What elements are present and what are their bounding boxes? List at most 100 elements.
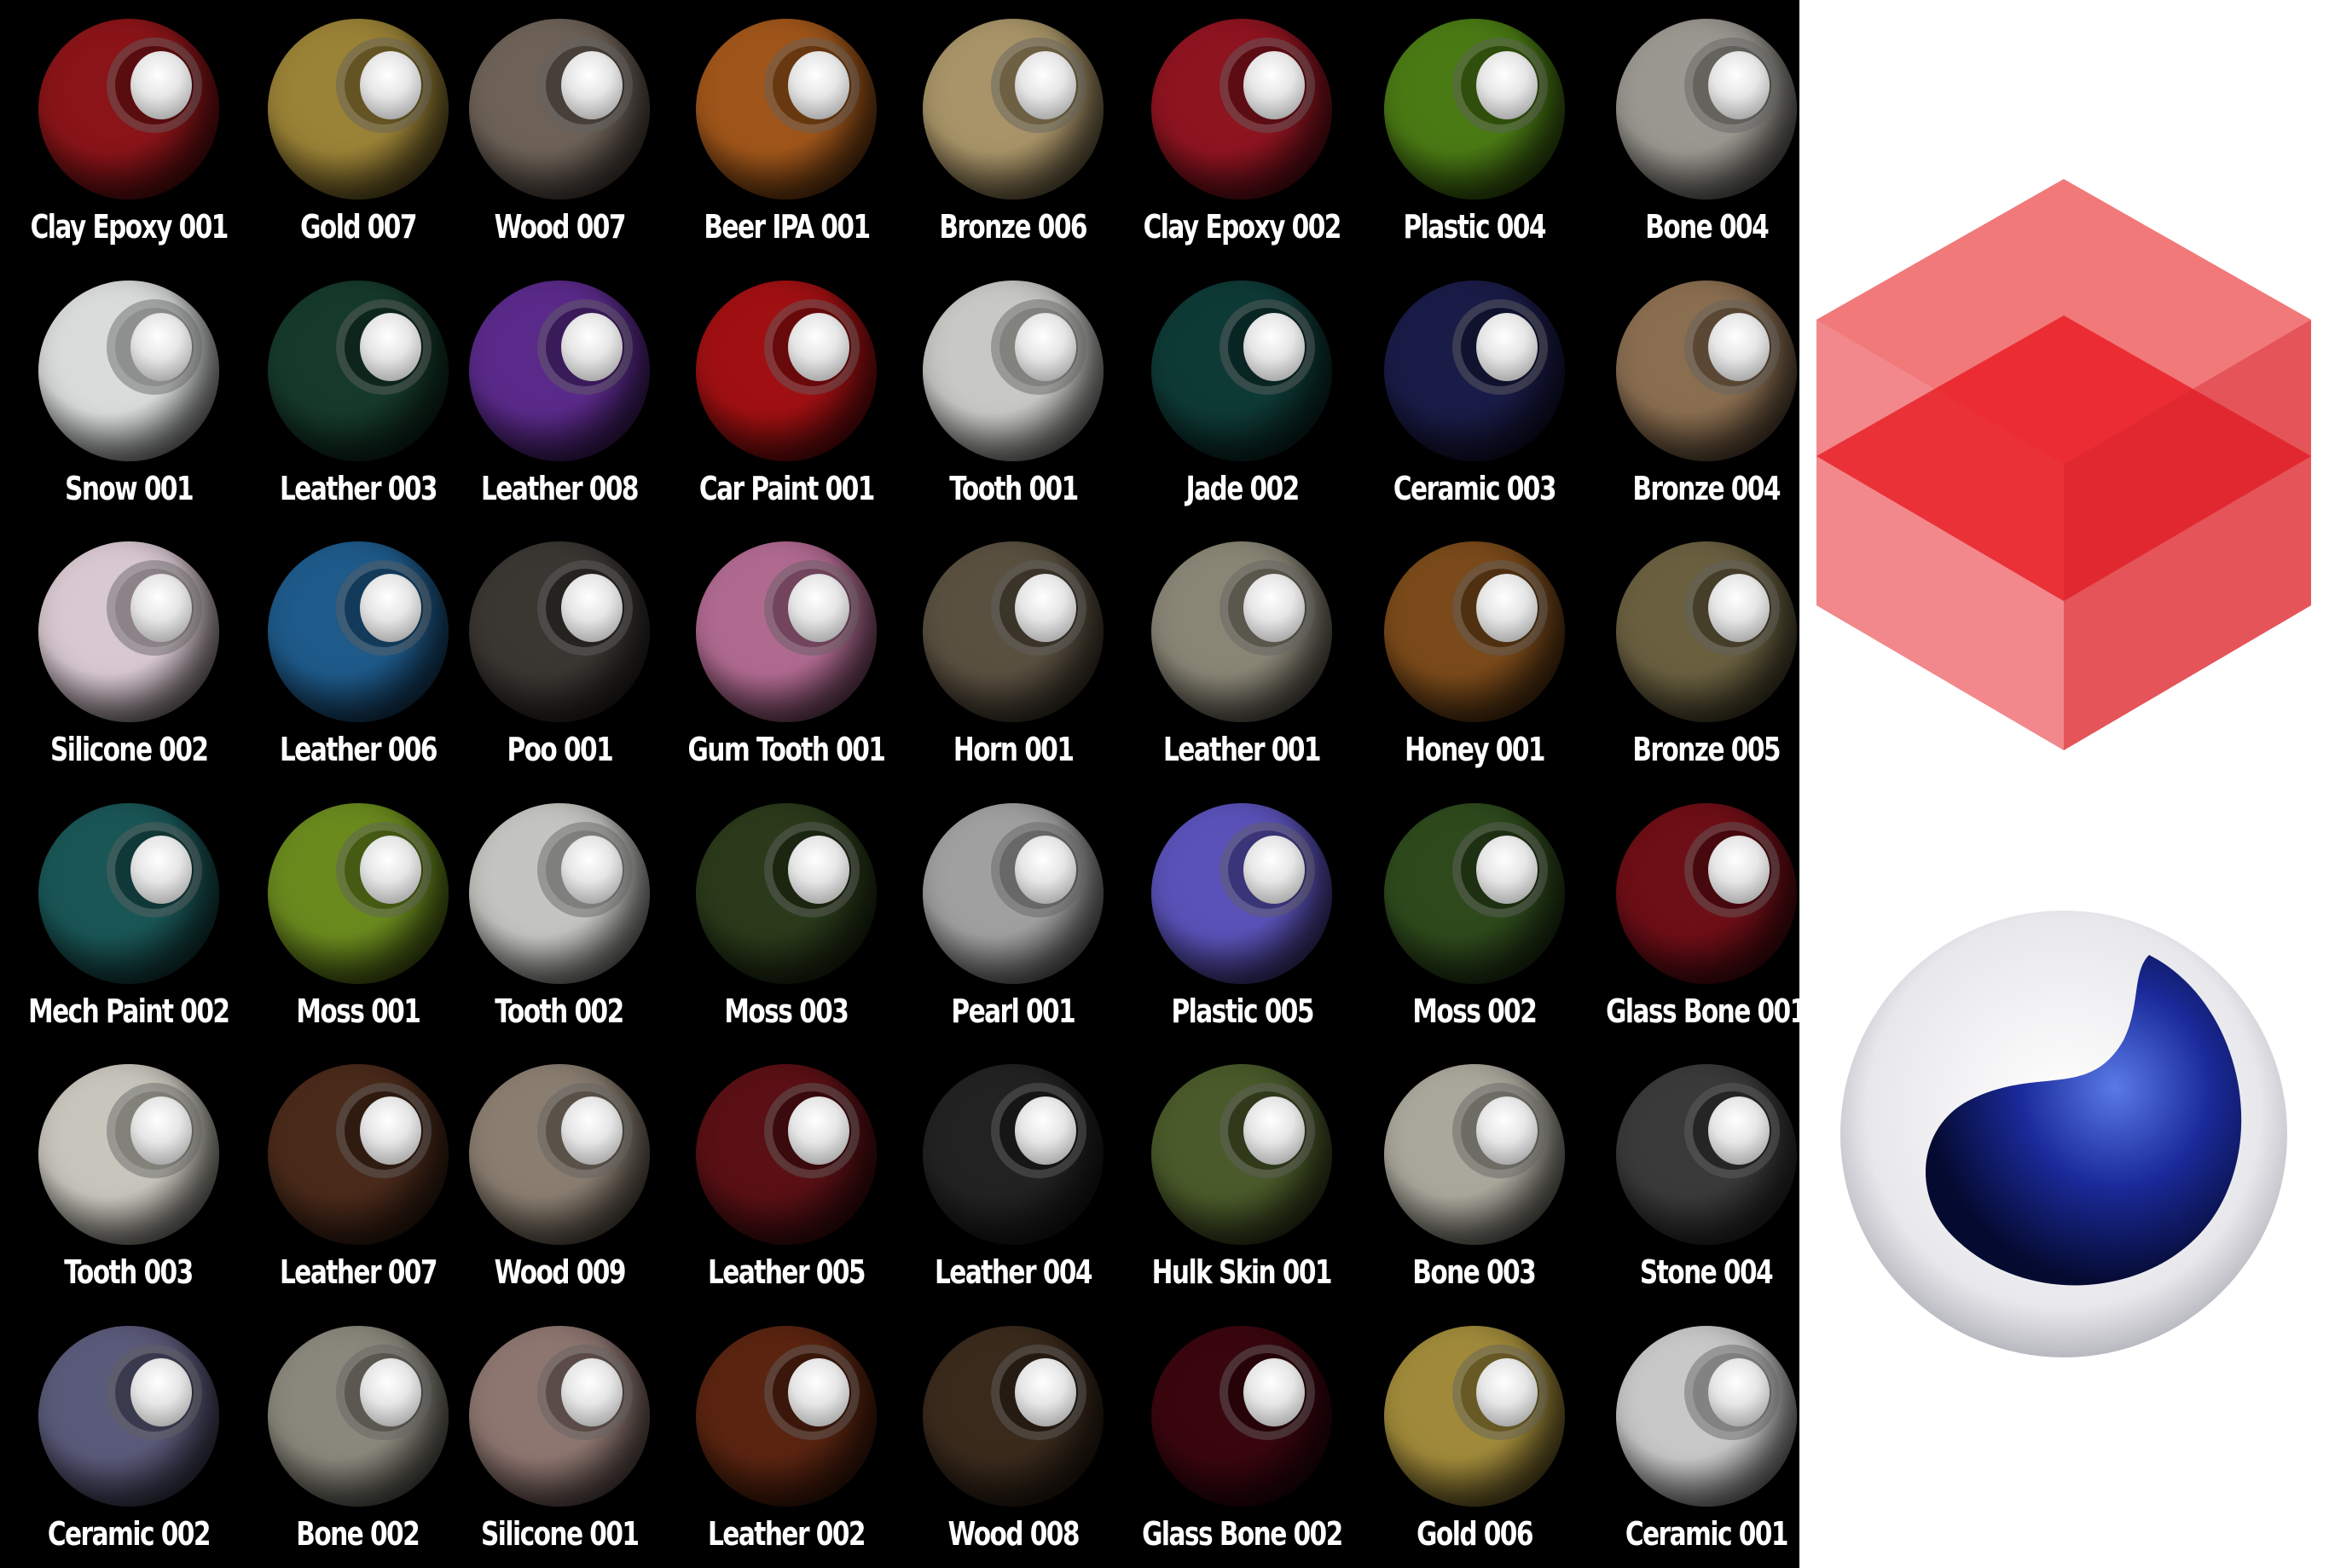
inner-ball [1243,574,1306,642]
material-label: Moss 002 [1412,992,1537,1030]
inner-ball [1243,1096,1306,1165]
material-item[interactable]: Snow 001 [0,262,258,524]
material-item[interactable]: Moss 002 [1370,784,1579,1046]
inner-ball [1707,835,1770,904]
material-item[interactable]: Pearl 001 [912,784,1114,1046]
material-preview-sphere [468,541,650,722]
inner-ball [1475,1096,1538,1165]
material-item[interactable]: Glass Bone 002 [1114,1307,1370,1568]
material-item[interactable]: Wood 007 [459,0,660,262]
material-item[interactable]: Wood 009 [459,1045,660,1307]
material-preview-sphere [1151,1064,1333,1245]
material-preview-sphere [267,19,449,200]
inner-ball [359,1096,421,1165]
material-label: Glass Bone 002 [1141,1514,1343,1553]
material-item[interactable]: Bone 004 [1578,0,1834,262]
inner-ball [1475,312,1538,381]
material-label: Clay Epoxy 001 [30,208,229,246]
material-item[interactable]: Plastic 004 [1370,0,1579,262]
material-item[interactable]: Mech Paint 002 [0,784,258,1046]
material-label: Moss 003 [724,992,849,1030]
inner-ball [560,1096,623,1165]
material-item[interactable]: Gum Tooth 001 [660,523,912,784]
inner-ball [359,574,421,642]
material-preview-sphere [267,1325,449,1507]
material-item[interactable]: Bone 003 [1370,1045,1579,1307]
material-item[interactable]: Leather 003 [258,262,459,524]
material-item[interactable]: Beer IPA 001 [660,0,912,262]
material-preview-sphere [38,19,219,200]
material-item[interactable]: Car Paint 001 [660,262,912,524]
material-preview-sphere [1383,802,1565,984]
material-item[interactable]: Leather 007 [258,1045,459,1307]
material-preview-sphere [696,1064,878,1245]
material-label: Tooth 002 [495,992,625,1030]
material-item[interactable]: Ceramic 001 [1578,1307,1834,1568]
material-preview-sphere [468,280,650,461]
material-item[interactable]: Glass Bone 001 [1578,784,1834,1046]
inner-ball [1475,51,1538,119]
material-preview-sphere [1615,541,1797,722]
inner-ball [1707,574,1770,642]
inner-ball [1707,51,1770,119]
material-label: Leather 002 [707,1514,866,1553]
material-label: Beer IPA 001 [703,208,871,246]
material-item[interactable]: Silicone 001 [459,1307,660,1568]
inner-ball [560,51,623,119]
material-item[interactable]: Leather 001 [1114,523,1370,784]
material-label: Bronze 005 [1632,731,1782,768]
inner-ball [1014,312,1076,381]
material-preview-sphere [1151,802,1333,984]
material-item[interactable]: Moss 003 [660,784,912,1046]
material-label: Pearl 001 [951,992,1076,1030]
material-item[interactable]: Tooth 001 [912,262,1114,524]
material-item[interactable]: Gold 006 [1370,1307,1579,1568]
material-label: Horn 001 [953,731,1075,768]
material-item[interactable]: Bronze 004 [1578,262,1834,524]
material-item[interactable]: Gold 007 [258,0,459,262]
material-item[interactable]: Jade 002 [1114,262,1370,524]
material-item[interactable]: Wood 008 [912,1307,1114,1568]
material-preview-sphere [1383,1325,1565,1507]
material-preview-sphere [696,1325,878,1507]
material-item[interactable]: Plastic 005 [1114,784,1370,1046]
material-label: Tooth 003 [64,1253,194,1291]
material-preview-sphere [922,1064,1104,1245]
material-preview-sphere [1615,1325,1797,1507]
material-item[interactable]: Honey 001 [1370,523,1579,784]
material-item[interactable]: Hulk Skin 001 [1114,1045,1370,1307]
material-item[interactable]: Leather 008 [459,262,660,524]
material-item[interactable]: Leather 005 [660,1045,912,1307]
material-item[interactable]: Leather 006 [258,523,459,784]
material-item[interactable]: Tooth 003 [0,1045,258,1307]
material-label: Bone 002 [296,1514,420,1553]
inner-ball [359,1357,421,1426]
material-preview-sphere [1383,541,1565,722]
material-label: Poo 001 [506,731,613,768]
material-item[interactable]: Stone 004 [1578,1045,1834,1307]
material-item[interactable]: Clay Epoxy 001 [0,0,258,262]
material-label: Plastic 005 [1171,992,1314,1030]
inner-ball [1243,51,1306,119]
material-item[interactable]: Moss 001 [258,784,459,1046]
material-item[interactable]: Ceramic 002 [0,1307,258,1568]
inner-ball [788,1096,850,1165]
material-item[interactable]: Leather 002 [660,1307,912,1568]
material-label: Leather 006 [279,731,438,768]
material-preview-sphere [1383,19,1565,200]
material-preview-sphere [1151,1325,1333,1507]
material-preview-sphere [1151,280,1333,461]
material-item[interactable]: Clay Epoxy 002 [1114,0,1370,262]
material-item[interactable]: Bronze 005 [1578,523,1834,784]
material-item[interactable]: Bone 002 [258,1307,459,1568]
material-preview-sphere [38,1064,219,1245]
material-item[interactable]: Bronze 006 [912,0,1114,262]
inner-ball [1014,835,1076,904]
material-item[interactable]: Horn 001 [912,523,1114,784]
material-item[interactable]: Leather 004 [912,1045,1114,1307]
material-item[interactable]: Tooth 002 [459,784,660,1046]
material-item[interactable]: Ceramic 003 [1370,262,1579,524]
material-item[interactable]: Poo 001 [459,523,660,784]
inner-ball [788,51,850,119]
material-item[interactable]: Silicone 002 [0,523,258,784]
